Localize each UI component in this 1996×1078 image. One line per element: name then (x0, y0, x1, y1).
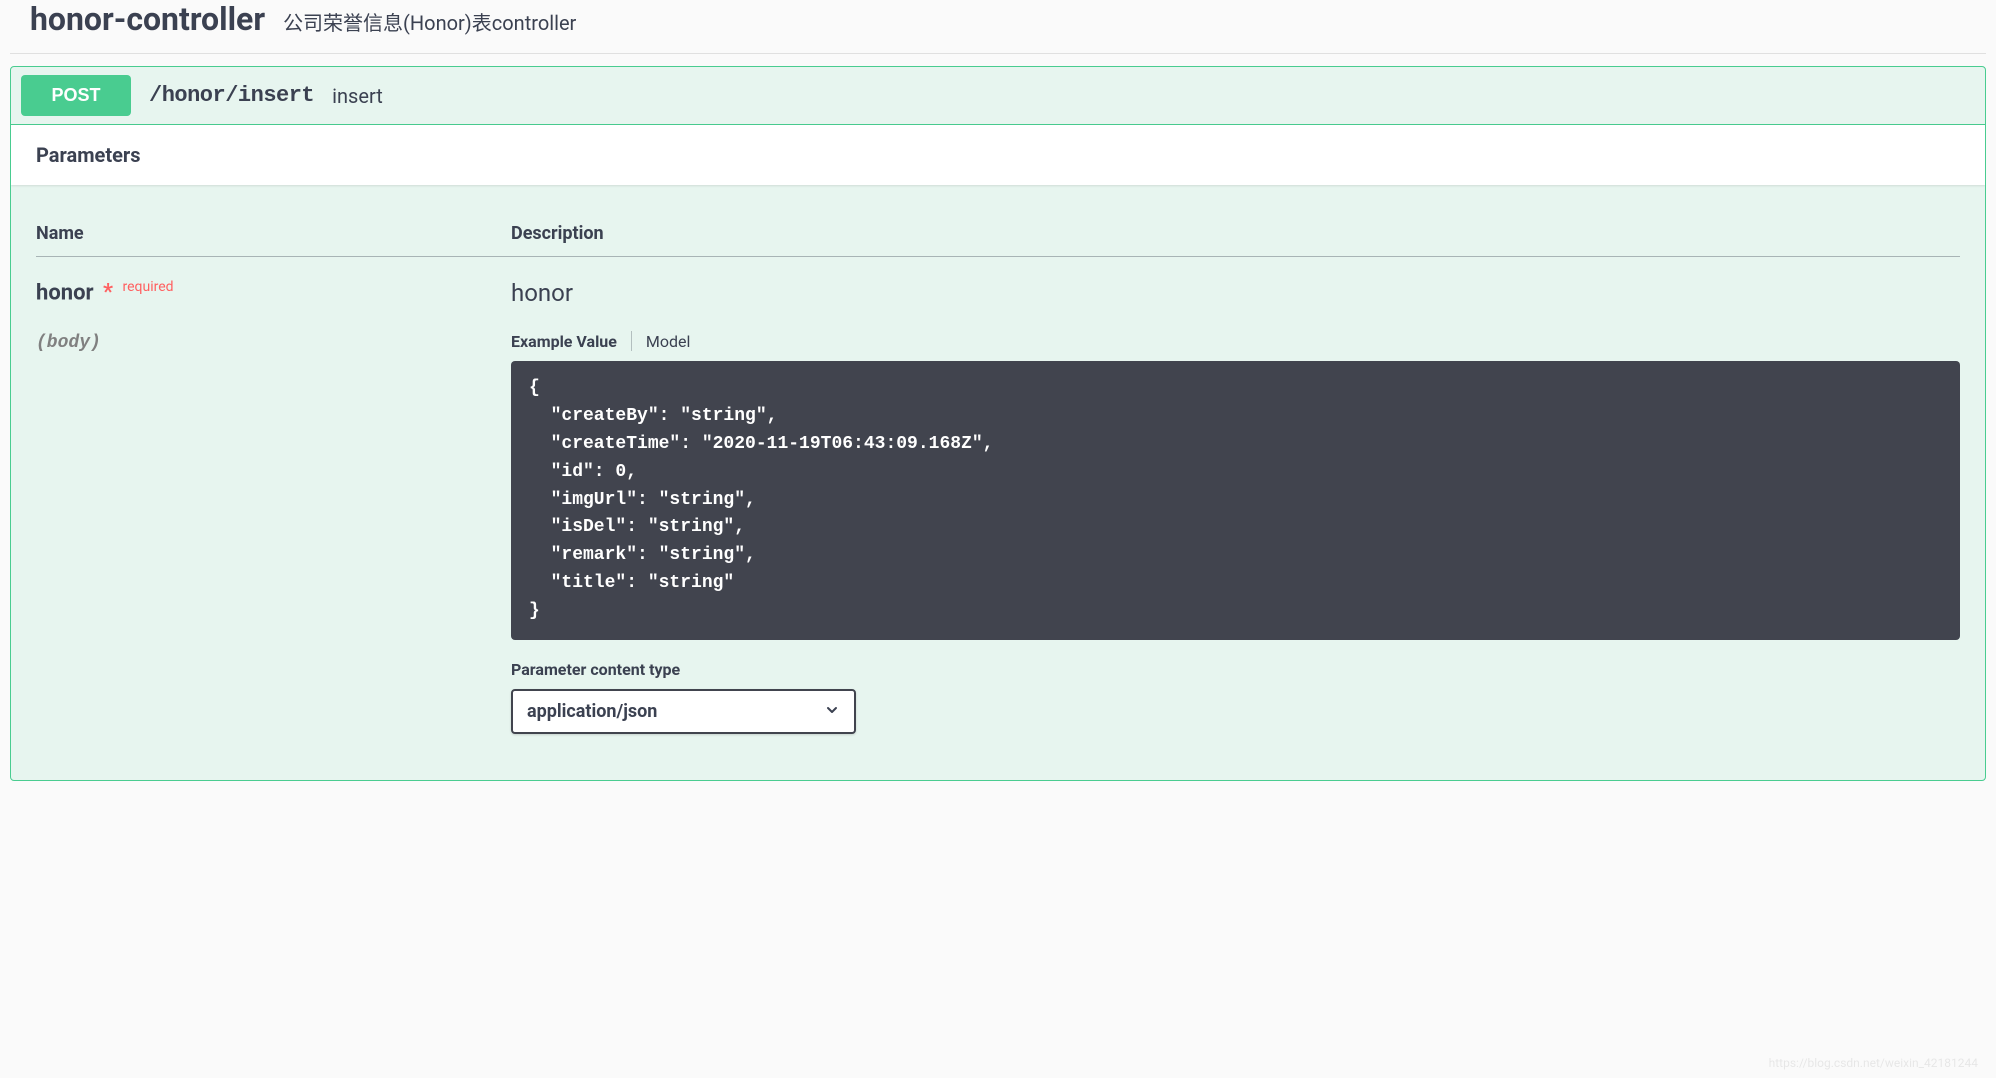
parameters-body: Name Description honor * required (body) (11, 185, 1985, 780)
controller-tag-description: 公司荣誉信息(Honor)表controller (283, 7, 576, 36)
http-method-badge: POST (21, 75, 131, 116)
parameter-name-text: honor (36, 280, 94, 305)
content-type-select-wrap: application/json (511, 689, 856, 734)
operation-summary: insert (332, 84, 383, 108)
tab-example-value[interactable]: Example Value (511, 332, 631, 351)
parameter-row: honor * required (body) honor Example Va… (36, 257, 1960, 751)
tab-divider (631, 331, 632, 351)
operation-summary-row[interactable]: POST /honor/insert insert (11, 67, 1985, 125)
parameter-name: honor * required (36, 279, 511, 305)
watermark-text: https://blog.csdn.net/weixin_42181244 (1769, 1056, 1978, 1070)
example-model-tabs: Example Value Model (511, 331, 1960, 351)
parameter-in: (body) (36, 333, 511, 353)
controller-tag-header[interactable]: honor-controller 公司荣誉信息(Honor)表controlle… (10, 0, 1986, 54)
parameters-title: Parameters (36, 143, 1960, 167)
column-header-name: Name (36, 205, 511, 257)
parameters-table: Name Description honor * required (body) (36, 205, 1960, 750)
content-type-label: Parameter content type (511, 660, 1960, 679)
parameters-section-header: Parameters (11, 125, 1985, 185)
content-type-select[interactable]: application/json (511, 689, 856, 734)
tab-model[interactable]: Model (646, 332, 705, 351)
operation-path: /honor/insert (149, 83, 314, 108)
example-value-code[interactable]: { "createBy": "string", "createTime": "2… (511, 361, 1960, 640)
required-star: * (103, 280, 113, 305)
required-label: required (122, 279, 173, 295)
parameter-description: honor (511, 279, 1960, 307)
controller-tag-name: honor-controller (30, 0, 265, 38)
operation-block: POST /honor/insert insert Parameters Nam… (10, 66, 1986, 781)
column-header-description: Description (511, 205, 1960, 257)
